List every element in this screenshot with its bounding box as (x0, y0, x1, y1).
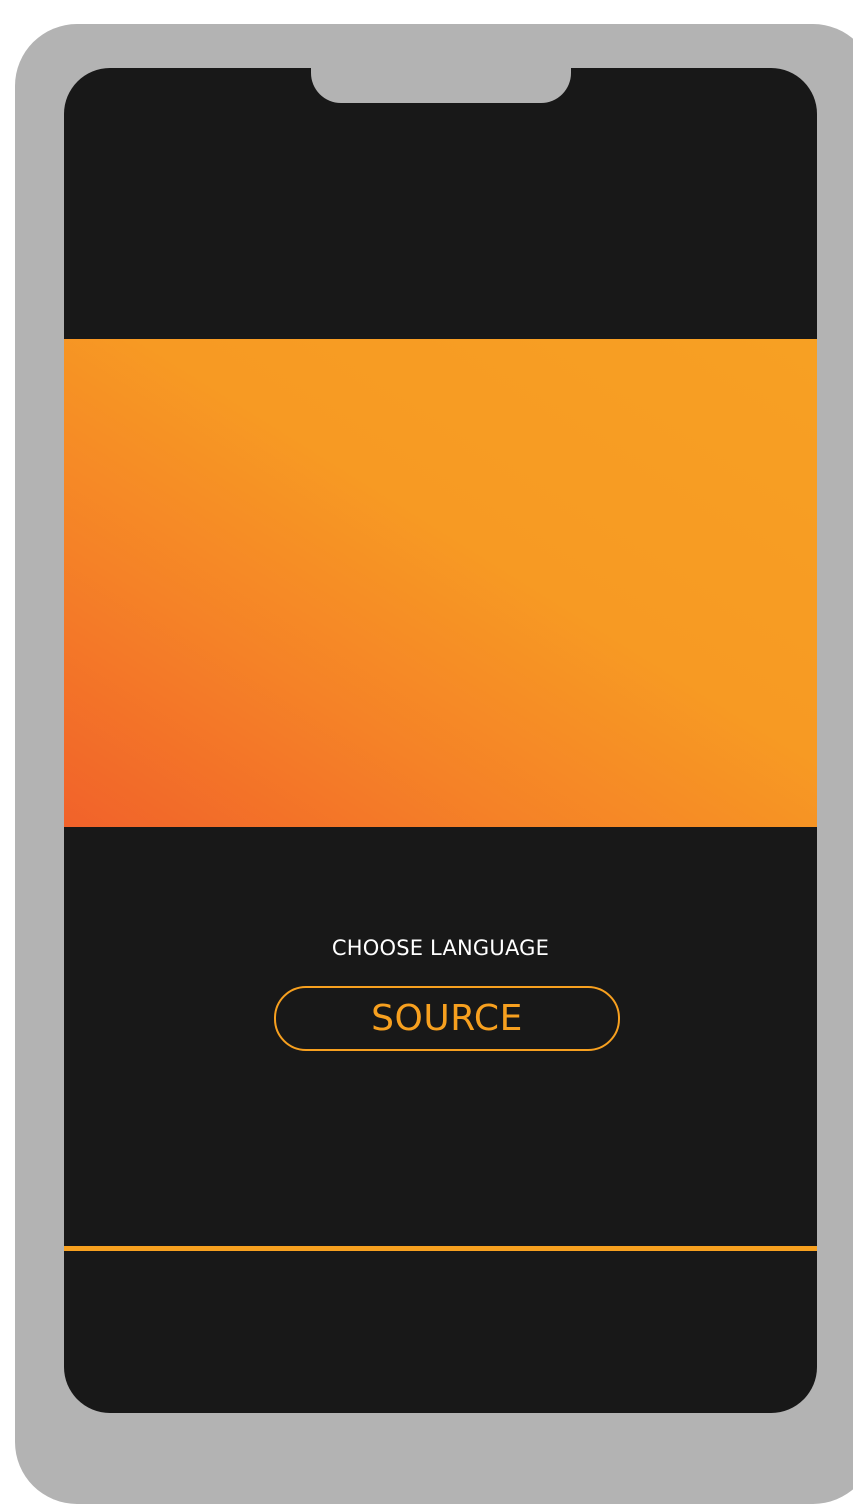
phone-screen: CHOOSE LANGUAGE SOURCE (64, 68, 817, 1413)
source-language-button[interactable]: SOURCE (274, 986, 620, 1051)
phone-notch (311, 68, 571, 103)
choose-language-label: CHOOSE LANGUAGE (331, 936, 550, 960)
hero-gradient-banner (64, 339, 817, 827)
bottom-divider (64, 1246, 817, 1251)
